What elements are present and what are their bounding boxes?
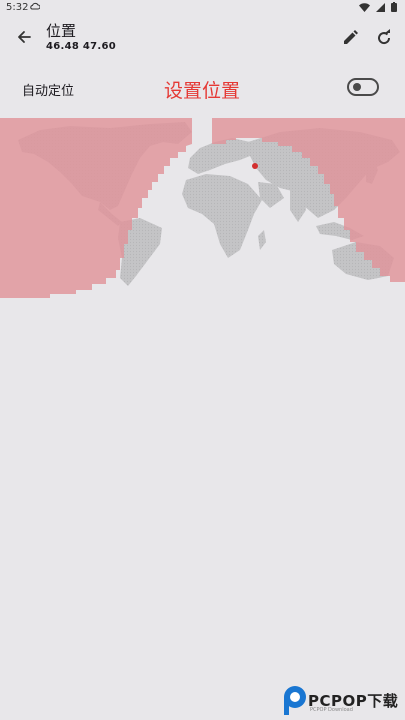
auto-location-row: 自动定位 设置位置 <box>0 68 405 110</box>
status-bar: 5:32 <box>0 0 405 16</box>
signal-icon <box>376 2 385 15</box>
status-time: 5:32 <box>6 2 29 13</box>
status-icons <box>359 2 397 15</box>
edit-icon[interactable] <box>340 28 360 48</box>
map-svg <box>0 118 405 298</box>
battery-icon <box>391 2 397 15</box>
set-location-label: 设置位置 <box>164 80 241 102</box>
pcpop-logo-icon <box>284 686 306 715</box>
wifi-icon <box>359 2 370 15</box>
coordinates-subtitle: 46.48 47.60 <box>46 41 117 52</box>
watermark: PCPOP下载 PCPOP Download <box>282 684 402 716</box>
page-title: 位置 <box>46 22 77 40</box>
toggle-knob <box>353 83 361 91</box>
app-bar: 位置 46.48 47.60 <box>0 16 405 60</box>
back-arrow-icon[interactable] <box>14 27 34 47</box>
auto-location-label: 自动定位 <box>22 84 75 99</box>
auto-location-toggle[interactable] <box>347 78 379 96</box>
world-map[interactable] <box>0 118 405 298</box>
location-marker <box>252 163 258 169</box>
night-shade-west <box>0 118 192 298</box>
refresh-icon[interactable] <box>374 28 394 48</box>
cloud-icon <box>30 2 41 13</box>
watermark-subtext: PCPOP Download <box>310 707 353 713</box>
